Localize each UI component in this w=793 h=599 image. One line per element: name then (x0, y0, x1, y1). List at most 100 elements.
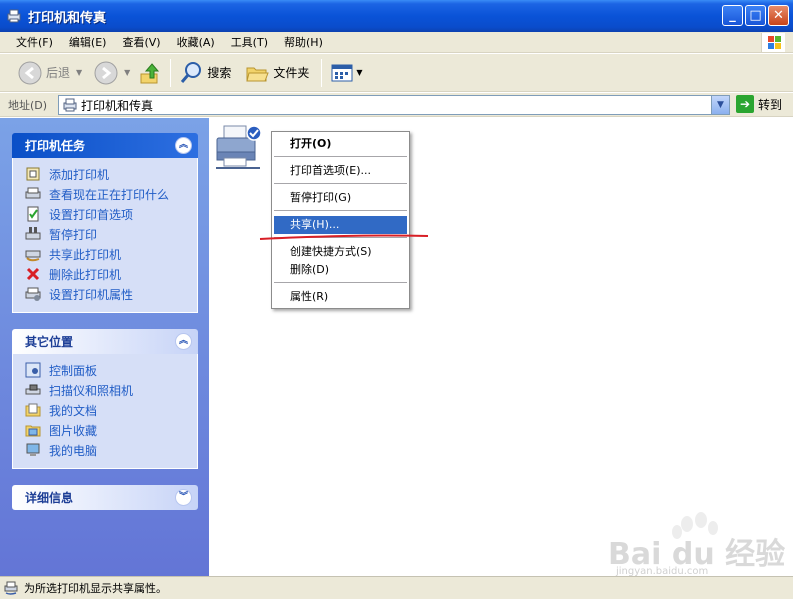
task-printing-preferences[interactable]: 设置打印首选项 (25, 204, 197, 224)
printer-status-icon (4, 581, 18, 595)
place-label: 扫描仪和照相机 (49, 383, 134, 398)
task-label: 设置打印机属性 (49, 287, 134, 302)
place-label: 图片收藏 (49, 423, 98, 438)
share-printer-icon (25, 246, 41, 262)
details-panel: 详细信息 ︾ (12, 485, 198, 510)
place-my-pictures[interactable]: 图片收藏 (25, 420, 197, 440)
back-dropdown-icon[interactable]: ▼ (76, 68, 82, 77)
menu-help[interactable]: 帮助(H) (276, 32, 331, 53)
task-label: 共享此打印机 (49, 247, 122, 262)
task-printer-properties[interactable]: 设置打印机属性 (25, 284, 197, 304)
collapse-icon[interactable]: ︽ (175, 137, 192, 154)
back-button[interactable]: 后退 ▼ (14, 58, 86, 88)
menu-item-properties[interactable]: 属性(R) (274, 288, 407, 306)
details-title: 详细信息 (25, 491, 74, 505)
minimize-icon: _ (729, 8, 736, 23)
address-dropdown-icon[interactable]: ▼ (711, 96, 729, 114)
task-share-printer[interactable]: 共享此打印机 (25, 244, 197, 264)
printer-tasks-title: 打印机任务 (25, 139, 86, 153)
place-label: 我的电脑 (49, 443, 98, 458)
default-printer-icon (216, 125, 262, 169)
place-control-panel[interactable]: 控制面板 (25, 360, 197, 380)
address-bar: 地址(D) 打印机和传真 ▼ ➔ 转到 (0, 93, 793, 117)
back-arrow-icon (18, 61, 42, 85)
collapse-icon[interactable]: ︽ (175, 333, 192, 350)
menu-edit[interactable]: 编辑(E) (61, 32, 115, 53)
folders-button[interactable]: 文件夹 (241, 58, 313, 88)
status-text: 为所选打印机显示共享属性。 (24, 582, 167, 595)
printer-tasks-panel: 打印机任务 ︽ 添加打印机 查看现在正在打印什么 设置打印首选项 暂停打印 共享… (12, 133, 198, 313)
my-pictures-icon (25, 422, 41, 438)
close-icon: ✕ (773, 8, 784, 23)
search-button[interactable]: 搜索 (175, 58, 235, 88)
go-arrow-icon: ➔ (736, 95, 754, 113)
menu-item-delete[interactable]: 删除(D) (274, 261, 407, 279)
task-add-printer[interactable]: 添加打印机 (25, 164, 197, 184)
place-my-documents[interactable]: 我的文档 (25, 400, 197, 420)
go-label: 转到 (758, 97, 783, 112)
search-icon (179, 61, 203, 85)
task-delete-printer[interactable]: 删除此打印机 (25, 264, 197, 284)
go-button[interactable]: ➔ 转到 (736, 95, 782, 113)
window-title: 打印机和传真 (28, 10, 107, 26)
address-input[interactable]: 打印机和传真 ▼ (58, 95, 730, 115)
details-header[interactable]: 详细信息 ︾ (12, 485, 198, 510)
expand-icon[interactable]: ︾ (175, 489, 192, 506)
place-scanners-cameras[interactable]: 扫描仪和照相机 (25, 380, 197, 400)
views-button[interactable]: ▼ (326, 58, 366, 88)
context-menu: 打开(O) 打印首选项(E)... 暂停打印(G) 共享(H)... 创建快捷方… (271, 131, 410, 309)
menu-item-share[interactable]: 共享(H)... (274, 216, 407, 234)
search-label: 搜索 (207, 66, 232, 80)
delete-x-icon (25, 266, 41, 282)
forward-arrow-icon (94, 61, 118, 85)
menu-separator (274, 210, 407, 211)
place-my-computer[interactable]: 我的电脑 (25, 440, 197, 460)
menu-item-create-shortcut[interactable]: 创建快捷方式(S) (274, 243, 407, 261)
other-places-title: 其它位置 (25, 335, 74, 349)
other-places-header[interactable]: 其它位置 ︽ (12, 329, 198, 354)
task-pause-printing[interactable]: 暂停打印 (25, 224, 197, 244)
task-label: 设置打印首选项 (49, 207, 134, 222)
printer-tasks-header[interactable]: 打印机任务 ︽ (12, 133, 198, 158)
back-label: 后退 (46, 66, 71, 80)
place-label: 我的文档 (49, 403, 98, 418)
toolbar: 后退 ▼ ▼ 搜索 文件夹 ▼ (0, 54, 793, 92)
menu-file[interactable]: 文件(F) (8, 32, 61, 53)
forward-dropdown-icon[interactable]: ▼ (124, 68, 130, 77)
printer-folder-icon (62, 97, 78, 113)
toolbar-separator (321, 58, 323, 87)
add-printer-icon (25, 166, 41, 182)
menu-separator (274, 156, 407, 157)
other-places-panel: 其它位置 ︽ 控制面板 扫描仪和照相机 我的文档 图片收藏 我的电脑 (12, 329, 198, 469)
place-label: 控制面板 (49, 363, 98, 378)
windows-logo-icon (761, 33, 785, 52)
printer-properties-icon (25, 286, 41, 302)
address-label: 地址(D) (8, 98, 48, 112)
views-dropdown-icon[interactable]: ▼ (356, 68, 362, 77)
task-label: 删除此打印机 (49, 267, 122, 282)
window-controls: _ □ ✕ (722, 5, 789, 26)
annotation-underline (259, 234, 429, 240)
up-arrow-icon (138, 61, 162, 85)
menu-view[interactable]: 查看(V) (114, 32, 168, 53)
printer-tasks-list: 添加打印机 查看现在正在打印什么 设置打印首选项 暂停打印 共享此打印机 删除此… (12, 158, 198, 313)
close-button[interactable]: ✕ (768, 5, 789, 26)
print-queue-icon (25, 186, 41, 202)
status-bar: 为所选打印机显示共享属性。 (0, 576, 793, 599)
maximize-button[interactable]: □ (745, 5, 766, 26)
preferences-icon (25, 206, 41, 222)
menu-separator (274, 282, 407, 283)
menu-item-printing-preferences[interactable]: 打印首选项(E)... (274, 162, 407, 180)
task-label: 查看现在正在打印什么 (49, 187, 170, 202)
minimize-button[interactable]: _ (722, 5, 743, 26)
task-see-printing[interactable]: 查看现在正在打印什么 (25, 184, 197, 204)
menu-item-pause-printing[interactable]: 暂停打印(G) (274, 189, 407, 207)
menu-tools[interactable]: 工具(T) (223, 32, 276, 53)
up-folder-button[interactable] (134, 58, 166, 88)
menu-item-open[interactable]: 打开(O) (274, 135, 407, 153)
menu-favorites[interactable]: 收藏(A) (169, 32, 223, 53)
folder-icon (245, 61, 270, 85)
task-pane: 打印机任务 ︽ 添加打印机 查看现在正在打印什么 设置打印首选项 暂停打印 共享… (0, 118, 209, 576)
forward-button[interactable]: ▼ (90, 58, 134, 88)
printer-item[interactable] (214, 124, 264, 174)
